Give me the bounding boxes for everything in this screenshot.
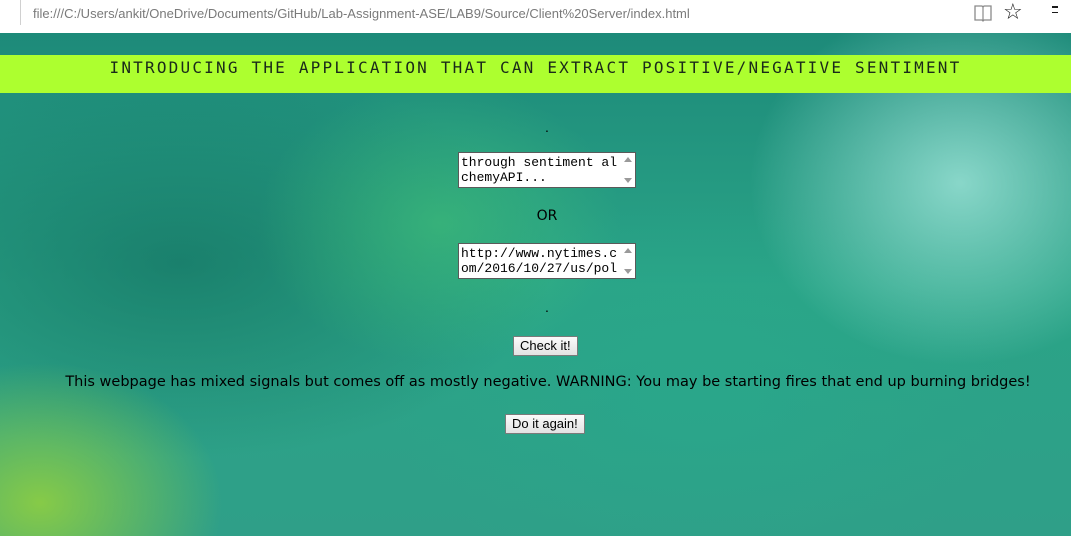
separator-dot-bottom: .	[545, 299, 549, 315]
check-button[interactable]: Check it!	[513, 336, 578, 356]
header-banner: INTRODUCING THE APPLICATION THAT CAN EXT…	[0, 55, 1071, 93]
address-bar-divider	[20, 0, 21, 25]
sentiment-result: This webpage has mixed signals but comes…	[65, 374, 1031, 390]
page-content: INTRODUCING THE APPLICATION THAT CAN EXT…	[0, 33, 1071, 536]
url-input[interactable]: http://www.nytimes.com/2016/10/27/us/pol	[458, 243, 636, 279]
more-icon[interactable]	[1052, 6, 1060, 20]
browser-toolbar: file:///C:/Users/ankit/OneDrive/Document…	[0, 0, 1071, 33]
separator-dot-top: .	[545, 119, 549, 135]
address-bar-url[interactable]: file:///C:/Users/ankit/OneDrive/Document…	[33, 6, 690, 21]
do-it-again-button[interactable]: Do it again!	[505, 414, 585, 434]
star-icon[interactable]: ☆	[1003, 1, 1027, 25]
or-label: OR	[536, 208, 558, 224]
page-title: INTRODUCING THE APPLICATION THAT CAN EXT…	[109, 58, 962, 77]
book-icon[interactable]	[973, 4, 993, 22]
text-input[interactable]: through sentiment alchemyAPI...	[458, 152, 636, 188]
